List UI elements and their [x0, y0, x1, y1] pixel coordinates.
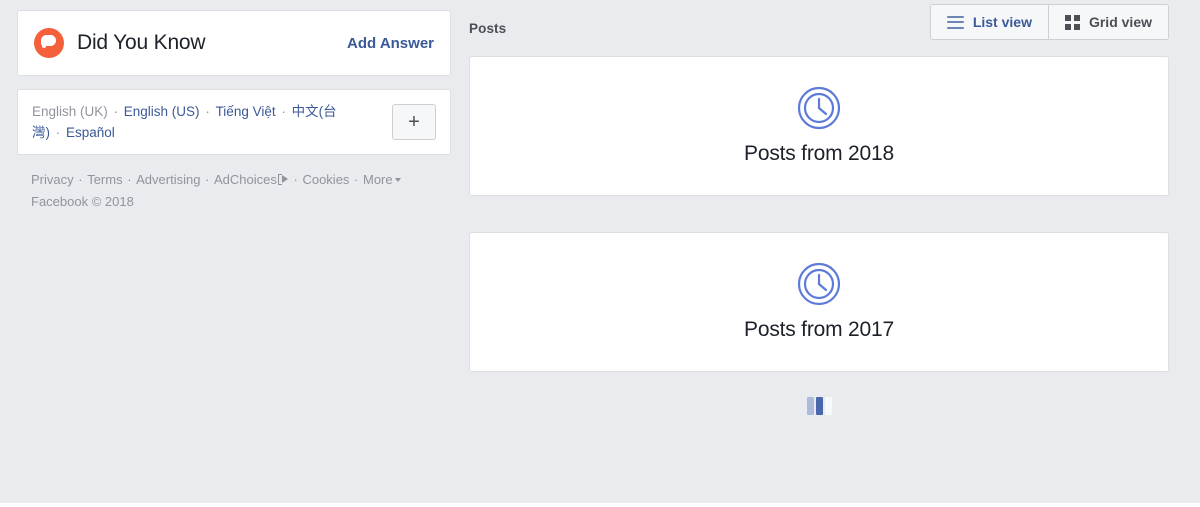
footer-separator: ·	[74, 172, 87, 187]
main-header: Posts List view Grid view	[469, 0, 1169, 56]
language-selector-card: English (UK) · English (US) · Tiếng Việt…	[17, 89, 451, 155]
caret-down-icon	[394, 178, 401, 182]
language-separator: ·	[201, 104, 214, 119]
clock-icon	[797, 262, 841, 306]
add-language-button[interactable]: +	[392, 104, 436, 140]
footer-link-privacy[interactable]: Privacy	[31, 172, 74, 187]
footer-separator: ·	[123, 172, 136, 187]
adchoices-triangle-icon	[277, 174, 289, 185]
page-root: Did You Know Add Answer English (UK) · E…	[0, 0, 1200, 507]
post-card-label: Posts from 2017	[744, 318, 894, 341]
list-view-button[interactable]: List view	[930, 5, 1048, 39]
footer-links: Privacy · Terms · Advertising · AdChoice…	[17, 169, 451, 212]
copyright-text: Facebook © 2018	[31, 193, 134, 209]
language-separator: ·	[109, 104, 122, 119]
language-item-tieng-viet[interactable]: Tiếng Việt	[216, 104, 276, 119]
footer-separator: ·	[350, 172, 362, 187]
clock-icon	[797, 86, 841, 130]
list-lines-icon	[946, 15, 964, 29]
language-item-espanol[interactable]: Español	[66, 125, 115, 140]
footer-separator: ·	[201, 172, 214, 187]
add-answer-link[interactable]: Add Answer	[347, 35, 434, 52]
post-card-label: Posts from 2018	[744, 142, 894, 165]
did-you-know-card: Did You Know Add Answer	[17, 10, 451, 76]
footer-link-more[interactable]: More	[363, 172, 393, 187]
list-view-label: List view	[972, 14, 1032, 30]
language-item-english-uk[interactable]: English (UK)	[32, 104, 108, 119]
language-separator: ·	[52, 125, 64, 140]
language-item-english-us[interactable]: English (US)	[124, 104, 200, 119]
bottom-strip	[0, 503, 1200, 507]
language-list: English (UK) · English (US) · Tiếng Việt…	[32, 101, 392, 143]
loading-bars-icon	[469, 396, 1169, 416]
grid-view-label: Grid view	[1088, 14, 1152, 30]
footer-link-advertising[interactable]: Advertising	[136, 172, 200, 187]
sidebar: Did You Know Add Answer English (UK) · E…	[17, 10, 451, 212]
grid-view-button[interactable]: Grid view	[1047, 5, 1168, 39]
view-toggle-group: List view Grid view	[929, 4, 1169, 40]
footer-link-adchoices[interactable]: AdChoices	[214, 172, 277, 187]
post-card[interactable]: Posts from 2018	[469, 56, 1169, 196]
post-card[interactable]: Posts from 2017	[469, 232, 1169, 372]
footer-link-terms[interactable]: Terms	[87, 172, 122, 187]
footer-link-cookies[interactable]: Cookies	[302, 172, 349, 187]
main-content: Posts List view Grid view Posts from 201…	[469, 0, 1169, 416]
grid-squares-icon	[1064, 14, 1080, 30]
footer-separator: ·	[289, 172, 302, 187]
did-you-know-title: Did You Know	[77, 31, 206, 54]
language-separator: ·	[277, 104, 290, 119]
speech-bubble-icon	[34, 28, 64, 58]
posts-section-title: Posts	[469, 20, 507, 36]
